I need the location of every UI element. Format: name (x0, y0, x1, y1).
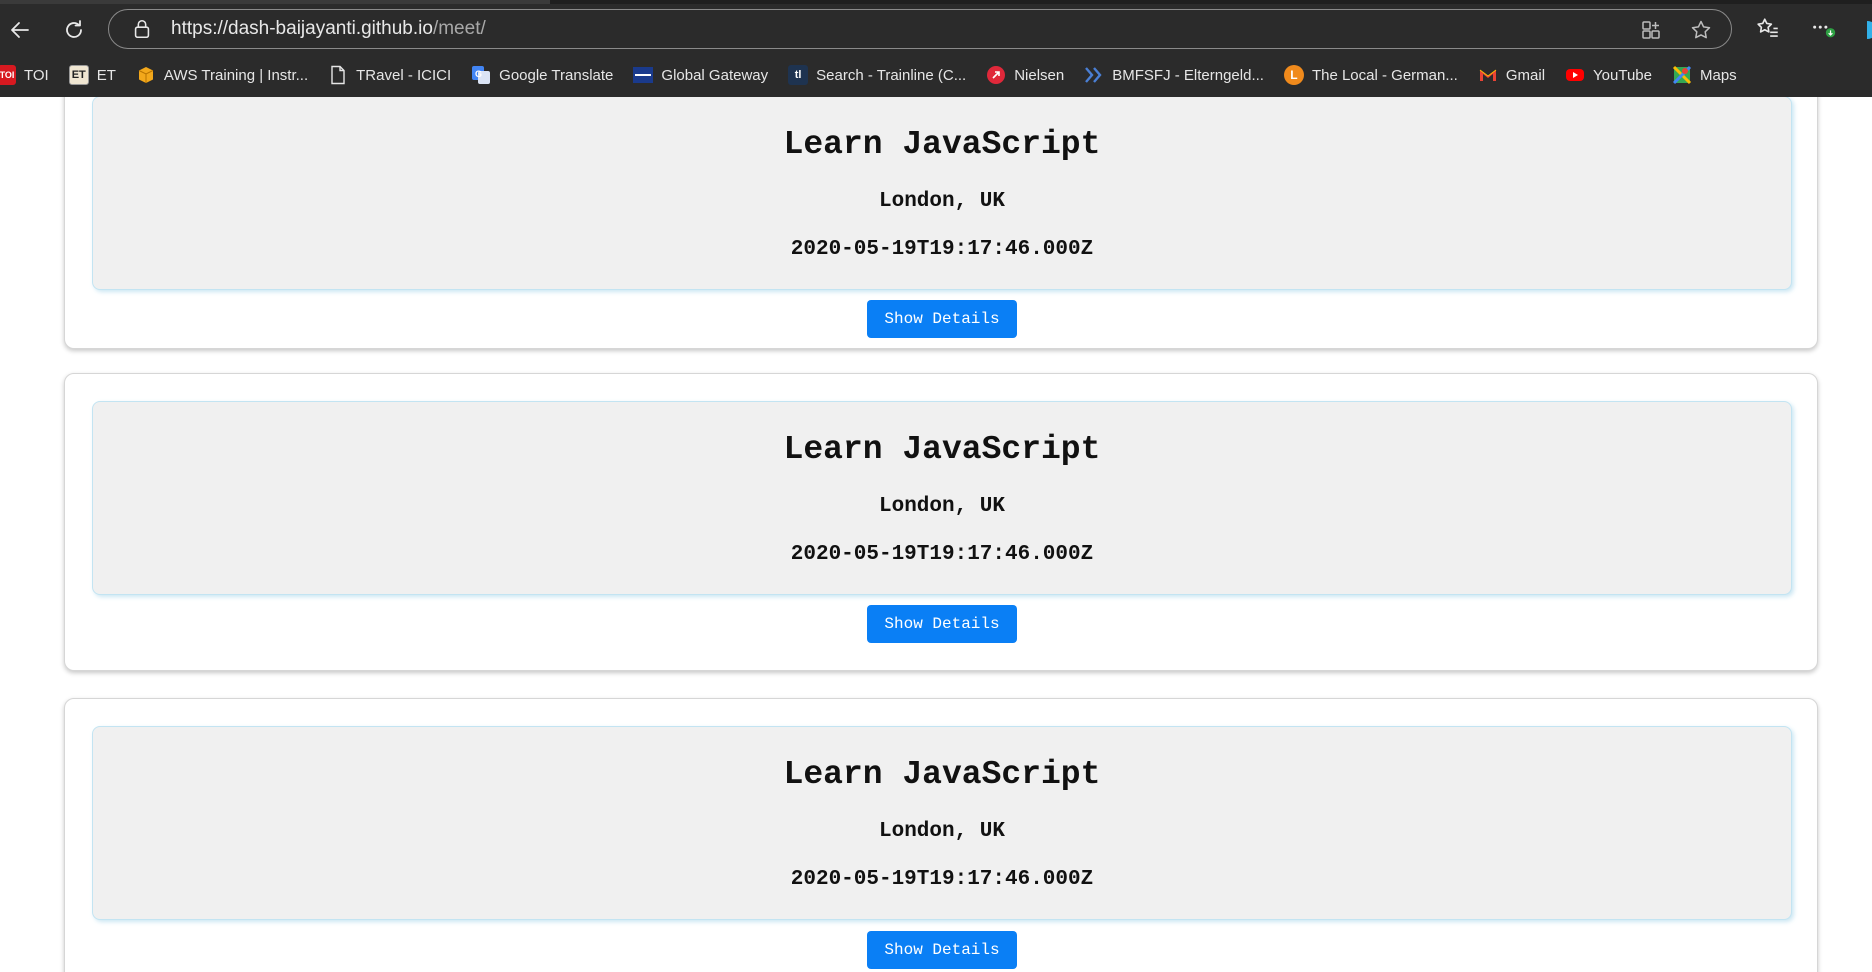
event-summary: Learn JavaScript London, UK 2020-05-19T1… (92, 97, 1792, 290)
url-text[interactable]: https://dash-baijayanti.github.io/meet/ (171, 18, 486, 40)
bookmark-nielsen[interactable]: Nielsen (986, 58, 1064, 92)
bookmark-google-translate[interactable]: G Google Translate (471, 58, 613, 92)
show-details-button[interactable]: Show Details (867, 931, 1017, 969)
bookmark-label: Global Gateway (661, 66, 769, 84)
lock-icon[interactable] (131, 18, 153, 40)
event-summary: Learn JavaScript London, UK 2020-05-19T1… (92, 726, 1792, 920)
bookmark-youtube[interactable]: YouTube (1565, 58, 1652, 92)
svg-text:G: G (475, 69, 482, 79)
bookmark-label: TOI (24, 66, 49, 84)
more-options-button[interactable] (1810, 15, 1838, 43)
bookmark-label: BMFSFJ - Elterngeld... (1112, 66, 1264, 84)
the-local-icon: L (1283, 65, 1304, 85)
active-tab[interactable] (0, 0, 550, 4)
event-start-time: 2020-05-19T19:17:46.000Z (790, 238, 1094, 261)
bookmark-label: The Local - German... (1311, 66, 1458, 84)
event-location: London, UK (878, 820, 1006, 843)
arrow-left-icon (11, 22, 29, 38)
zeiss-icon (633, 65, 654, 85)
favorites-list-icon (1757, 18, 1778, 37)
bmfsfj-chevron-icon (1084, 65, 1104, 85)
show-details-button[interactable]: Show Details (867, 605, 1017, 643)
bookmarks-bar: TOI TOI ET ET AWS Training | Instr... TR… (0, 58, 1872, 92)
star-icon[interactable] (1689, 18, 1713, 42)
event-start-time: 2020-05-19T19:17:46.000Z (790, 868, 1094, 891)
event-title: Learn JavaScript (783, 431, 1101, 468)
event-title: Learn JavaScript (783, 126, 1101, 163)
url-path: /meet/ (432, 18, 486, 39)
browser-toolbar: https://dash-baijayanti.github.io/meet/ (0, 6, 1872, 54)
favorites-button[interactable] (1754, 15, 1782, 43)
event-card: Learn JavaScript London, UK 2020-05-19T1… (64, 373, 1818, 671)
event-location: London, UK (878, 190, 1006, 213)
event-start-time: 2020-05-19T19:17:46.000Z (790, 543, 1094, 566)
url-host: https://dash-baijayanti.github.io (171, 18, 433, 39)
google-maps-icon (1672, 65, 1692, 85)
bookmark-aws-training[interactable]: AWS Training | Instr... (136, 58, 308, 92)
google-translate-icon: G (471, 65, 491, 85)
bookmark-label: Search - Trainline (C... (816, 66, 967, 84)
show-details-button[interactable]: Show Details (867, 300, 1017, 338)
app-available-icon[interactable] (1639, 18, 1663, 42)
bookmark-the-local[interactable]: L The Local - German... (1283, 58, 1458, 92)
bookmark-label: YouTube (1593, 66, 1652, 84)
gmail-icon (1478, 65, 1498, 85)
event-card: Learn JavaScript London, UK 2020-05-19T1… (64, 97, 1818, 349)
back-button[interactable] (2, 12, 38, 48)
document-icon (328, 65, 348, 85)
bookmark-global-gateway[interactable]: Global Gateway (633, 58, 768, 92)
tab-strip (0, 0, 1872, 4)
bookmark-label: TRavel - ICICI (356, 66, 452, 84)
bookmark-label: ET (96, 66, 116, 84)
bookmark-gmail[interactable]: Gmail (1478, 58, 1545, 92)
bookmark-travel-icici[interactable]: TRavel - ICICI (328, 58, 451, 92)
toi-icon: TOI (0, 65, 16, 85)
nielsen-icon (986, 65, 1006, 85)
bookmark-label: Maps (1699, 66, 1737, 84)
event-title: Learn JavaScript (783, 756, 1101, 793)
refresh-button[interactable] (56, 12, 92, 48)
event-summary: Learn JavaScript London, UK 2020-05-19T1… (92, 401, 1792, 595)
bookmark-label: Nielsen (1014, 66, 1065, 84)
et-icon: ET (68, 65, 89, 85)
event-location: London, UK (878, 495, 1006, 518)
more-dots-icon (1813, 25, 1836, 38)
aws-box-icon (136, 65, 156, 85)
address-bar[interactable]: https://dash-baijayanti.github.io/meet/ (108, 9, 1732, 49)
youtube-icon (1565, 65, 1585, 85)
bookmark-et[interactable]: ET ET (68, 58, 116, 92)
refresh-icon (66, 20, 82, 38)
bookmark-label: Google Translate (499, 66, 614, 84)
meet-app-page: Learn JavaScript London, UK 2020-05-19T1… (0, 97, 1872, 972)
bookmark-label: Gmail (1505, 66, 1546, 84)
copilot-icon[interactable] (1858, 15, 1872, 43)
event-card: Learn JavaScript London, UK 2020-05-19T1… (64, 698, 1818, 972)
bookmark-trainline[interactable]: tl Search - Trainline (C... (788, 58, 966, 92)
bookmark-bmfsfj[interactable]: BMFSFJ - Elterngeld... (1084, 58, 1264, 92)
bookmark-toi[interactable]: TOI TOI (0, 58, 49, 92)
trainline-icon: tl (788, 65, 809, 85)
bookmark-maps[interactable]: Maps (1672, 58, 1737, 92)
bookmark-label: AWS Training | Instr... (163, 66, 309, 84)
browser-chrome: https://dash-baijayanti.github.io/meet/ … (0, 0, 1872, 97)
copilot-logo-icon (1867, 21, 1872, 39)
